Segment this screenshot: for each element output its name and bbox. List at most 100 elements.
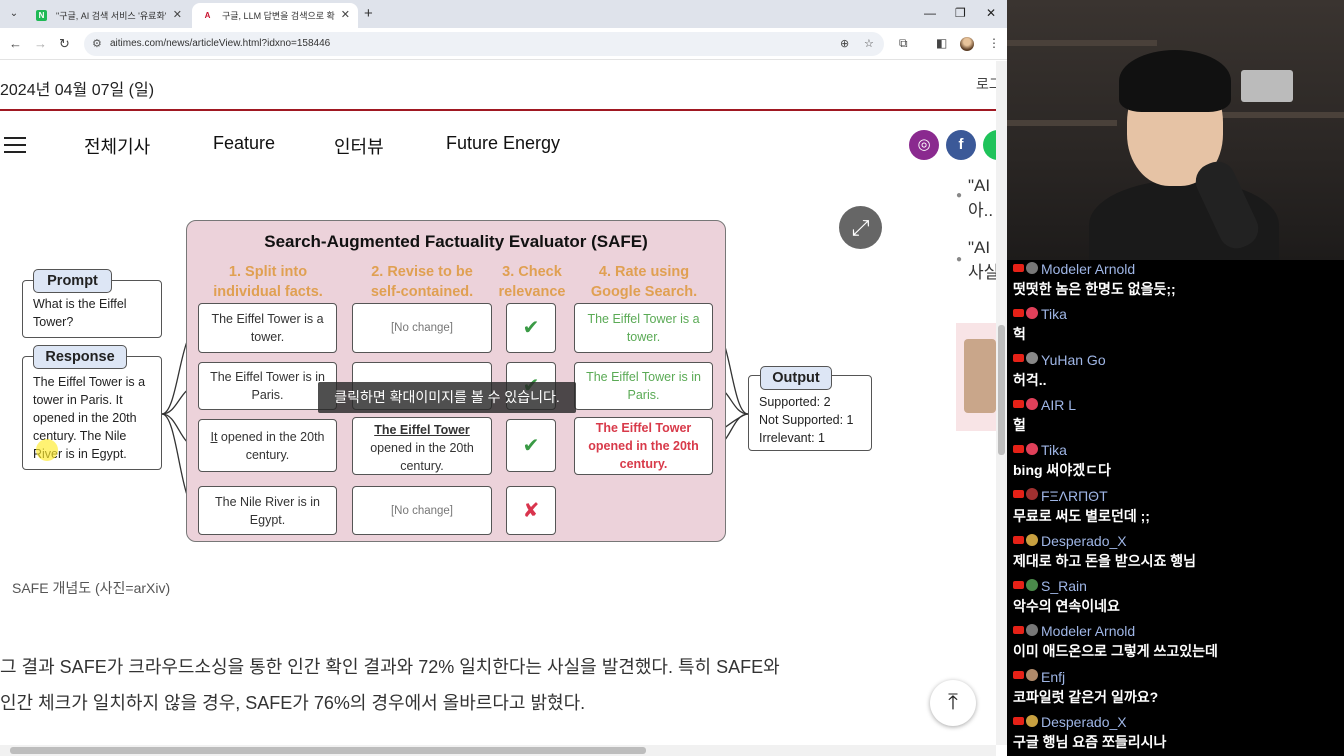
output-line: Not Supported: 1 (759, 413, 854, 427)
vertical-scrollbar[interactable] (996, 61, 1007, 745)
step-4-heading: 4. Rate using Google Search. (574, 262, 714, 302)
chat-message: Enfj 코파일럿 같은거 일까요? (1013, 668, 1343, 707)
chat-message: Modeler Arnold 이미 애드온으로 그렇게 쓰고있는데 (1013, 622, 1343, 661)
aitimes-icon: A (204, 11, 211, 20)
fact-cell: The Eiffel Tower is in Paris. (198, 362, 337, 410)
restore-icon[interactable]: ❐ (955, 6, 966, 20)
minimize-icon[interactable]: — (924, 6, 936, 20)
cross-icon: ✘ (506, 486, 556, 535)
revise-cell: The Eiffel Tower opened in the 20th centu… (352, 417, 492, 475)
step-line: Google Search. (590, 284, 698, 300)
bullet-icon: ● (956, 254, 963, 265)
chat-message: Modeler Arnold 떳떳한 놈은 한명도 없을듯;; (1013, 260, 1343, 299)
check-icon: ✔ (506, 303, 556, 353)
scroll-to-top-icon[interactable]: ⤒ (930, 680, 976, 726)
chat-text: 코파일럿 같은거 일까요? (1013, 688, 1159, 705)
youtube-icon (1013, 535, 1024, 544)
side-panel-icon[interactable]: ◧ (936, 36, 947, 50)
shelf-device (1241, 70, 1293, 102)
profile-avatar[interactable] (960, 37, 974, 51)
forward-icon[interactable]: → (34, 36, 47, 51)
fact-rest-text: opened in the 20th century. (217, 430, 325, 462)
reload-icon[interactable]: ↻ (59, 36, 70, 52)
webcam-feed (1007, 0, 1344, 260)
user-avatar (1026, 714, 1038, 727)
address-bar[interactable]: ⚙ aitimes.com/news/articleView.html?idxn… (84, 32, 884, 56)
rating-cell-supported: The Eiffel Tower is in Paris. (574, 362, 713, 410)
fact-cell: The Nile River is in Egypt. (198, 486, 337, 535)
extensions-icon[interactable]: ⧉ (899, 36, 908, 51)
horizontal-scrollbar[interactable] (0, 745, 996, 756)
scrollbar-thumb[interactable] (998, 325, 1005, 455)
nav-feature[interactable]: Feature (213, 133, 275, 154)
safe-diagram-image[interactable]: Search-Augmented Factuality Evaluator (S… (18, 216, 878, 546)
streamer-hair (1119, 50, 1231, 112)
step-3-heading: 3. Check relevance (492, 262, 572, 302)
user-avatar (1026, 533, 1038, 546)
chat-username: YuHan Go (1041, 351, 1106, 368)
step-line: individual facts. (213, 284, 323, 300)
youtube-icon (1013, 399, 1024, 408)
tab-2-title: 구글, LLM 답변을 검색으로 확 (222, 11, 335, 21)
user-avatar (1026, 397, 1038, 410)
address-toolbar: ← → ↻ ⚙ aitimes.com/news/articleView.htm… (0, 28, 1007, 60)
ad-image (964, 339, 996, 413)
step-line: 4. Rate using (598, 264, 690, 280)
step-line: 2. Revise to be (371, 264, 473, 280)
browser-window: ⌄ N "구글, AI 검색 서비스 '유료화' ✕ A 구글, LLM 답변을… (0, 0, 1007, 756)
revised-subject: The Eiffel Tower (374, 423, 470, 437)
user-avatar (1026, 442, 1038, 455)
menu-kebab-icon[interactable]: ⋮ (988, 36, 1000, 50)
tab-2[interactable]: A 구글, LLM 답변을 검색으로 확 ✕ (192, 3, 358, 28)
hamburger-menu-icon[interactable] (4, 137, 26, 155)
related-line: 아.. (968, 201, 994, 220)
close-tab-icon[interactable]: ✕ (173, 8, 182, 21)
new-tab-icon[interactable]: + (364, 5, 373, 22)
bookmark-star-icon[interactable]: ☆ (864, 37, 874, 50)
related-item-2[interactable]: "AI 사실 (968, 235, 996, 285)
tab-search-icon[interactable]: ⌄ (6, 6, 22, 22)
chat-username: FΞΛRПΘT (1041, 487, 1108, 504)
close-tab-icon[interactable]: ✕ (341, 8, 350, 21)
step-line: 1. Split into (228, 264, 308, 280)
youtube-icon (1013, 309, 1024, 318)
ad-banner[interactable] (956, 323, 996, 431)
site-info-icon[interactable]: ⚙ (92, 37, 102, 50)
close-window-icon[interactable]: ✕ (986, 6, 996, 20)
youtube-icon (1013, 444, 1024, 453)
youtube-icon (1013, 490, 1024, 499)
nav-all-articles[interactable]: 전체기사 (84, 133, 150, 159)
user-avatar (1026, 488, 1038, 501)
url-text: aitimes.com/news/articleView.html?idxno=… (110, 38, 331, 49)
chat-username: S_Rain (1041, 577, 1087, 594)
expand-image-icon[interactable]: ⤢ (839, 206, 882, 249)
image-tooltip: 클릭하면 확대이미지를 볼 수 있습니다. (318, 382, 576, 413)
tab-1[interactable]: N "구글, AI 검색 서비스 '유료화' ✕ (26, 3, 190, 28)
step-1-heading: 1. Split into individual facts. (198, 262, 338, 302)
related-item-1[interactable]: "AI 아.. (968, 173, 993, 223)
output-line: Supported: 2 (759, 395, 831, 409)
back-icon[interactable]: ← (9, 36, 22, 51)
youtube-icon (1013, 580, 1024, 589)
prompt-label: Prompt (33, 269, 112, 293)
zoom-icon[interactable]: ⊕ (840, 37, 849, 50)
nav-interview[interactable]: 인터뷰 (334, 133, 384, 159)
chat-message: FΞΛRПΘT 무료로 써도 별로던데 ;; (1013, 487, 1343, 526)
chat-text: 제대로 하고 돈을 받으시죠 행님 (1013, 552, 1196, 569)
scrollbar-thumb[interactable] (10, 747, 646, 754)
page-date: 2024년 04월 07일 (일) (0, 82, 155, 99)
revise-cell: [No change] (352, 486, 492, 535)
nav-future-energy[interactable]: Future Energy (446, 133, 560, 154)
chat-username: Modeler Arnold (1041, 623, 1136, 640)
rating-cell-not-supported: The Eiffel Tower opened in the 20th cent… (574, 417, 713, 475)
chat-message: S_Rain 악수의 연속이네요 (1013, 577, 1343, 616)
login-link[interactable]: 로그 (976, 74, 996, 94)
facebook-icon[interactable]: f (946, 130, 976, 160)
chat-message: Tika 헉 (1013, 305, 1343, 344)
live-chat: Modeler Arnold 떳떳한 놈은 한명도 없을듯;; Tika 헉 YuHan… (1007, 260, 1344, 756)
instagram-icon[interactable]: ◎ (909, 130, 939, 160)
tab-1-title: "구글, AI 검색 서비스 '유료화' (56, 11, 167, 21)
figure-caption: SAFE 개념도 (사진=arXiv) (12, 580, 171, 596)
social-share-icon[interactable] (983, 130, 996, 160)
chat-text: 구글 행님 요즘 쪼들리시나 (1013, 734, 1167, 750)
